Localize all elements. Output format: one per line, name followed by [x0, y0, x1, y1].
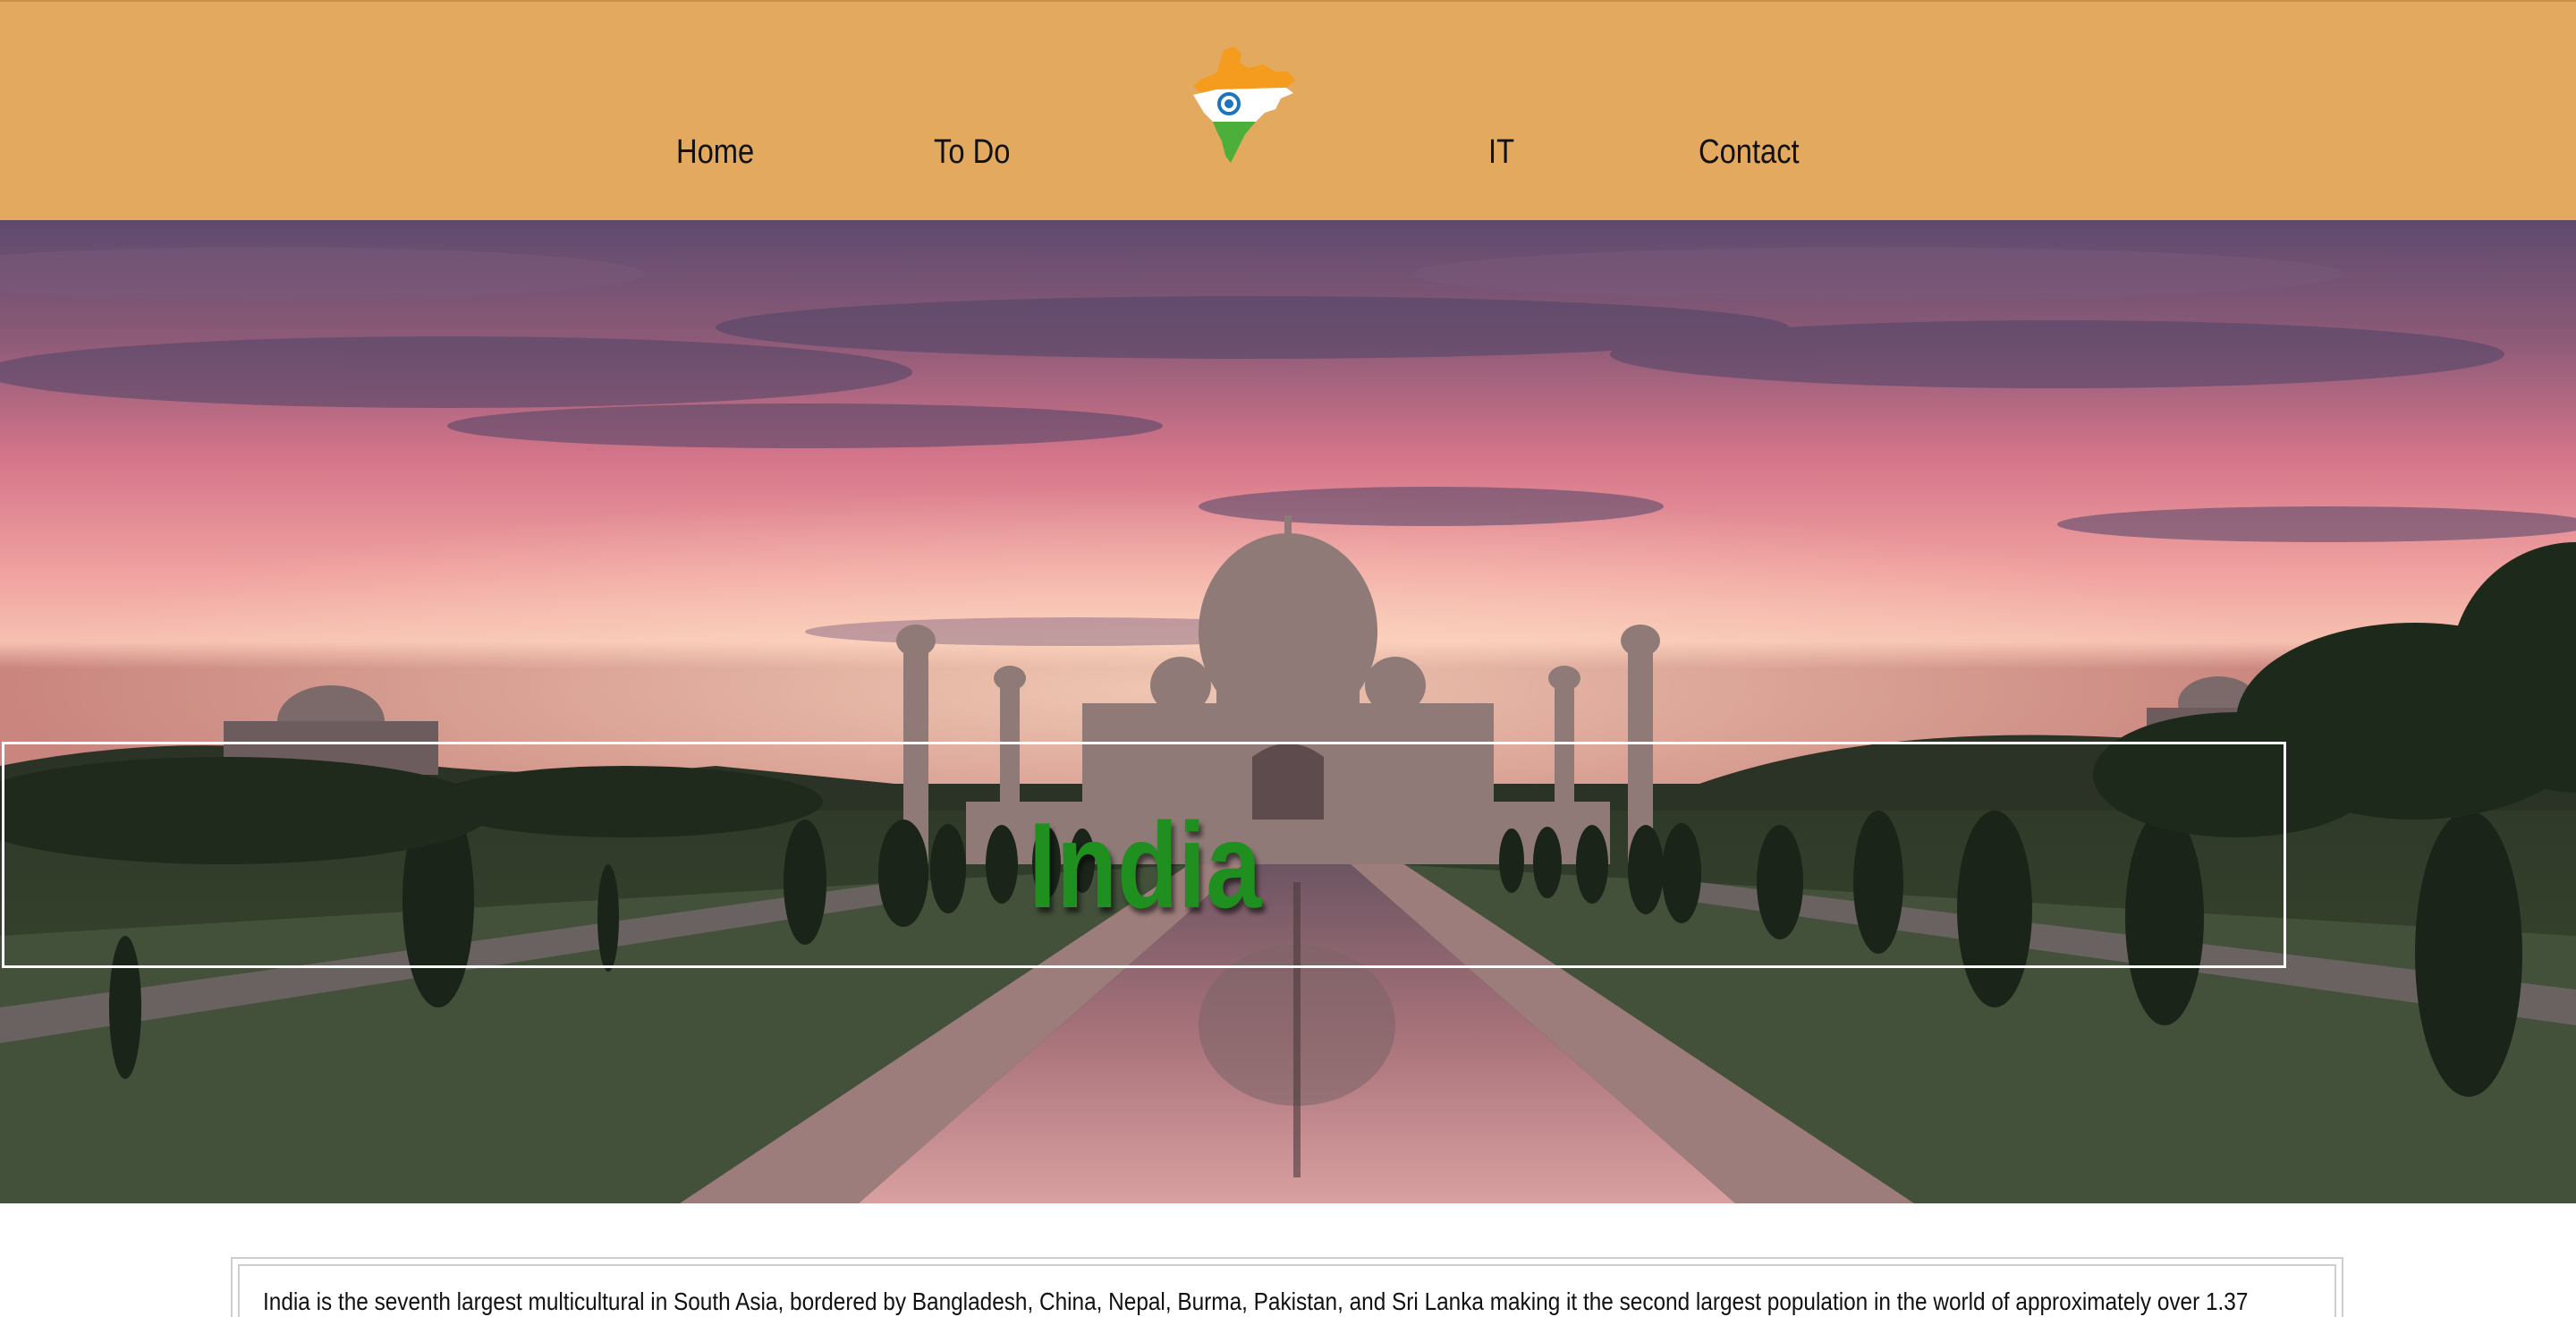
nav-link-todo[interactable]: To Do — [934, 127, 1010, 177]
content-section: India is the seventh largest multicultur… — [231, 1257, 2343, 1317]
hero-title: India — [1029, 797, 1262, 933]
nav-link-home[interactable]: Home — [676, 127, 754, 177]
taj-mahal-sunset-image — [0, 220, 2576, 1203]
content-box: India is the seventh largest multicultur… — [238, 1264, 2336, 1317]
nav-link-it[interactable]: IT — [1488, 127, 1514, 177]
india-map-flag-icon[interactable] — [1190, 45, 1301, 170]
site-header: Home To Do IT Contact — [0, 0, 2576, 220]
nav-link-contact[interactable]: Contact — [1699, 127, 1800, 177]
hero-banner: India — [0, 220, 2576, 1203]
intro-paragraph: India is the seventh largest multicultur… — [263, 1287, 2249, 1315]
